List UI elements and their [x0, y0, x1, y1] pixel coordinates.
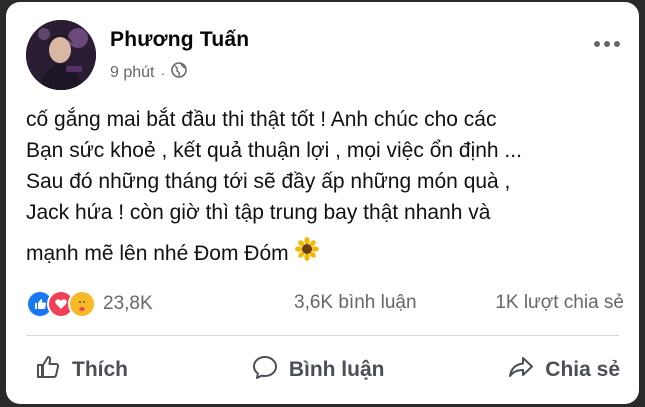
thumbs-up-icon: [34, 353, 62, 387]
sunflower-icon: [294, 237, 319, 270]
reaction-count: 23,8K: [103, 293, 153, 314]
avatar[interactable]: [26, 20, 96, 90]
post-line: cố gắng mai bắt đầu thi thật tốt ! Anh c…: [26, 108, 497, 131]
like-label: Thích: [72, 358, 128, 381]
reactions-summary[interactable]: 23,8K: [26, 289, 153, 319]
screenshot-frame: Phương Tuấn 9 phút · cố gắng mai bắt đầu…: [0, 0, 645, 407]
action-bar: Thích Bình luận Chia sẻ: [26, 345, 626, 395]
like-button[interactable]: Thích: [26, 347, 142, 393]
meta-separator: ·: [160, 64, 166, 81]
avatar-image: [26, 20, 96, 90]
post-line-last: mạnh mẽ lên nhé Đom Đóm: [26, 237, 626, 270]
comment-button[interactable]: Bình luận: [237, 347, 399, 393]
share-button[interactable]: Chia sẻ: [493, 347, 626, 393]
post-line: Jack hứa ! còn giờ thì tập trung bay thậ…: [26, 201, 491, 224]
comment-label: Bình luận: [288, 358, 385, 381]
more-options-icon[interactable]: [589, 32, 625, 56]
post-text: cố gắng mai bắt đầu thi thật tốt ! Anh c…: [26, 104, 626, 269]
post-line: Sau đó những tháng tới sẽ đầy ấp những m…: [26, 170, 511, 193]
post-time[interactable]: 9 phút: [110, 64, 154, 82]
post-meta: 9 phút ·: [110, 62, 187, 83]
post-card: Phương Tuấn 9 phút · cố gắng mai bắt đầu…: [6, 2, 639, 404]
share-arrow-icon: [507, 353, 535, 387]
comment-count[interactable]: 3,6K bình luận: [294, 292, 417, 314]
share-label: Chia sẻ: [545, 358, 620, 381]
comment-icon: [251, 353, 279, 387]
share-count[interactable]: 1K lượt chia sẻ: [495, 292, 624, 314]
post-stats: 23,8K 3,6K bình luận 1K lượt chia sẻ: [26, 289, 626, 319]
globe-icon: [171, 62, 187, 83]
post-line: Bạn sức khoẻ , kết quả thuận lợi , mọi v…: [26, 139, 522, 162]
post-line: mạnh mẽ lên nhé Đom Đóm: [26, 242, 289, 265]
divider: [26, 335, 619, 336]
care-reaction-icon: [68, 290, 96, 318]
author-name[interactable]: Phương Tuấn: [110, 28, 249, 52]
